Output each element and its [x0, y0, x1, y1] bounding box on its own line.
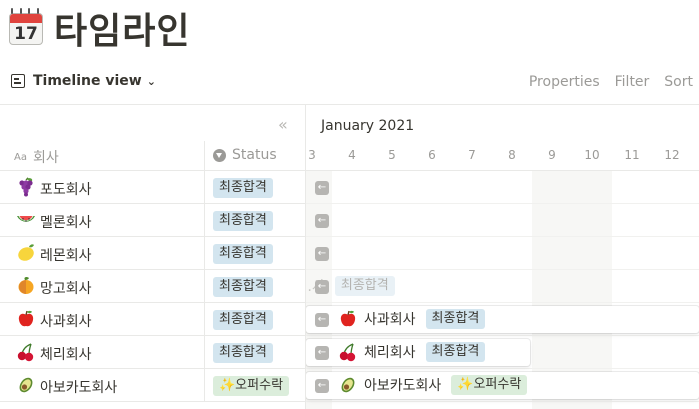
- arrow-left-icon[interactable]: ←: [315, 379, 329, 393]
- page-header: 17 타임라인: [8, 6, 190, 52]
- ghost-status-tag: 최종합격: [334, 276, 395, 296]
- cell-divider: [204, 270, 205, 303]
- arrow-left-icon[interactable]: ←: [315, 346, 329, 360]
- company-name: 아보카도회사: [40, 380, 118, 396]
- day-label: 6: [428, 148, 436, 162]
- day-label: 4: [348, 148, 356, 162]
- timeline-row[interactable]: ←: [306, 171, 699, 204]
- cherry-icon: [339, 343, 356, 362]
- table-body: 포도회사 최종합격 멜론회사 최종합격 레몬회사 최종합격 망고회사 최종합격 …: [0, 171, 306, 402]
- day-label: 8: [508, 148, 516, 162]
- bar-name: 아보카도회사: [364, 378, 442, 394]
- view-label: Timeline view: [33, 73, 142, 89]
- lemon-icon: [18, 244, 34, 261]
- chevron-down-icon: ⌄: [146, 74, 156, 88]
- table-row[interactable]: 체리회사 최종합격: [0, 336, 306, 369]
- calendar-day-number: 17: [14, 24, 38, 44]
- timeline-row[interactable]: ← 체리회사 최종합격: [306, 336, 699, 369]
- status-tag[interactable]: ✨오퍼수락: [213, 376, 290, 396]
- sort-button[interactable]: Sort: [664, 74, 693, 90]
- arrow-left-icon[interactable]: ←: [315, 313, 329, 327]
- day-label: 9: [548, 148, 556, 162]
- watermelon-icon: [17, 216, 35, 222]
- table-pane: « Aa 회사 Status 포도회사 최종합격 멜론회사 최종합격 레몬회사 …: [0, 105, 306, 409]
- mango-icon: [18, 276, 34, 294]
- column-header-company[interactable]: Aa 회사: [14, 147, 59, 167]
- ghost-entry: …사 최종합격: [298, 276, 395, 296]
- timeline-view-icon: [11, 74, 25, 88]
- collapse-table-icon[interactable]: «: [278, 115, 288, 134]
- apple-icon: [340, 310, 356, 327]
- status-tag[interactable]: 최종합격: [213, 310, 273, 330]
- timeline-area[interactable]: January 2021 3 4 5 6 7 8 9 10 11 12 ← ← …: [298, 105, 699, 409]
- view-switcher[interactable]: Timeline view ⌄: [11, 73, 156, 89]
- table-row[interactable]: 멜론회사 최종합격: [0, 204, 306, 237]
- status-tag[interactable]: 최종합격: [213, 244, 273, 264]
- table-row[interactable]: 레몬회사 최종합격: [0, 237, 306, 270]
- bar-label: 아보카도회사 ✨오퍼수락: [338, 375, 528, 395]
- company-name: 레몬회사: [40, 248, 92, 264]
- timeline-row[interactable]: ← 아보카도회사 ✨오퍼수락: [306, 369, 699, 402]
- apple-icon: [18, 310, 34, 327]
- avocado-icon: [19, 377, 33, 393]
- day-header: 3 4 5 6 7 8 9 10 11 12: [306, 141, 699, 171]
- text-property-icon: Aa: [14, 151, 27, 163]
- column-label: Status: [232, 147, 277, 163]
- page-title[interactable]: 타임라인: [54, 2, 190, 54]
- calendar-icon[interactable]: 17: [8, 8, 44, 46]
- status-tag[interactable]: 최종합격: [213, 343, 273, 363]
- cell-divider: [204, 369, 205, 402]
- filter-button[interactable]: Filter: [615, 74, 650, 90]
- day-label: 7: [468, 148, 476, 162]
- status-tag: 최종합격: [425, 342, 486, 362]
- company-name: 멜론회사: [40, 215, 92, 231]
- arrow-left-icon[interactable]: ←: [315, 247, 329, 261]
- company-name: 포도회사: [40, 182, 92, 198]
- column-header-status[interactable]: Status: [213, 147, 277, 163]
- select-property-icon: [213, 148, 226, 162]
- day-label: 11: [624, 148, 640, 162]
- cell-divider: [204, 336, 205, 369]
- bar-name: 사과회사: [364, 312, 416, 328]
- timeline-row[interactable]: ←: [306, 204, 699, 237]
- column-label: 회사: [32, 150, 59, 166]
- bar-label: 사과회사 최종합격: [338, 309, 486, 329]
- cell-divider: [204, 303, 205, 336]
- day-label: 10: [584, 148, 600, 162]
- status-tag: ✨오퍼수락: [451, 375, 528, 395]
- table-row[interactable]: 사과회사 최종합격: [0, 303, 306, 336]
- cell-divider: [204, 237, 205, 270]
- arrow-left-icon[interactable]: ←: [315, 214, 329, 228]
- avocado-icon: [341, 377, 355, 393]
- table-header: Aa 회사 Status: [0, 141, 306, 171]
- status-tag: 최종합격: [425, 309, 486, 329]
- properties-button[interactable]: Properties: [529, 74, 600, 90]
- table-row[interactable]: 망고회사 최종합격: [0, 270, 306, 303]
- status-tag[interactable]: 최종합격: [213, 211, 273, 231]
- view-toolbar: Timeline view ⌄ Properties Filter Sort: [0, 70, 699, 96]
- company-name: 사과회사: [40, 314, 92, 330]
- status-tag[interactable]: 최종합격: [213, 277, 273, 297]
- bar-name: 체리회사: [364, 345, 416, 361]
- cherry-icon: [17, 343, 34, 362]
- grape-icon: [19, 177, 33, 197]
- status-tag[interactable]: 최종합격: [213, 178, 273, 198]
- company-name: 체리회사: [40, 347, 92, 363]
- company-name: 망고회사: [40, 281, 92, 297]
- bar-label: 체리회사 최종합격: [338, 342, 486, 362]
- day-label: 5: [388, 148, 396, 162]
- timeline-row[interactable]: ← 사과회사 최종합격: [306, 303, 699, 336]
- table-row[interactable]: 아보카도회사 ✨오퍼수락: [0, 369, 306, 402]
- cell-divider: [204, 171, 205, 204]
- table-row[interactable]: 포도회사 최종합격: [0, 171, 306, 204]
- column-divider: [204, 141, 205, 171]
- timeline-row[interactable]: …사 최종합격 ←: [298, 270, 699, 303]
- view-actions: Properties Filter Sort: [514, 74, 693, 90]
- arrow-left-icon[interactable]: ←: [315, 280, 329, 294]
- day-label: 12: [664, 148, 680, 162]
- cell-divider: [204, 204, 205, 237]
- arrow-left-icon[interactable]: ←: [315, 181, 329, 195]
- timeline-row[interactable]: ←: [306, 237, 699, 270]
- month-label: January 2021: [321, 118, 415, 134]
